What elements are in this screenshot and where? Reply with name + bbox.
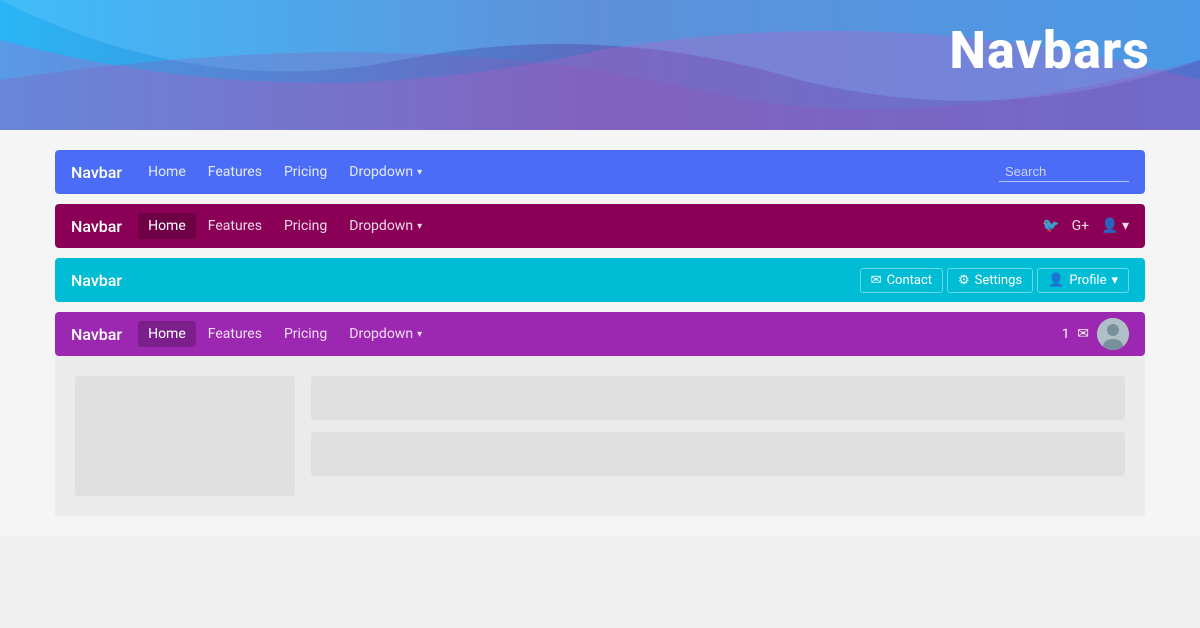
navbar-2-dropdown[interactable]: Dropdown ▾: [339, 213, 432, 239]
search-input[interactable]: [999, 162, 1129, 182]
navbar-4-dropdown[interactable]: Dropdown ▾: [339, 321, 432, 347]
page-title: Navbars: [949, 20, 1150, 81]
user-icon[interactable]: 👤 ▾: [1101, 218, 1129, 234]
navbar-4-nav: Home Features Pricing Dropdown ▾: [138, 321, 1062, 347]
navbar-2-nav: Home Features Pricing Dropdown ▾: [138, 213, 1042, 239]
navbar-1: Navbar Home Features Pricing Dropdown ▾: [55, 150, 1145, 194]
content-block-2: [311, 432, 1125, 476]
content-block-1: [311, 376, 1125, 420]
content-area: [55, 356, 1145, 516]
navbar-2-link-pricing[interactable]: Pricing: [274, 213, 337, 239]
envelope-icon: ✉: [871, 273, 882, 288]
navbar-2-brand: Navbar: [71, 217, 122, 236]
google-plus-icon[interactable]: G+: [1072, 218, 1089, 234]
navbar-1-nav: Home Features Pricing Dropdown ▾: [138, 159, 999, 185]
twitter-icon[interactable]: 🐦: [1042, 218, 1059, 234]
navbar-4-link-features[interactable]: Features: [198, 321, 272, 347]
navbar-4-section: Navbar Home Features Pricing Dropdown ▾ …: [55, 312, 1145, 516]
dropdown-caret-4: ▾: [417, 329, 422, 340]
navbar-2-right: 🐦 G+ 👤 ▾: [1042, 218, 1129, 234]
main-content: Navbar Home Features Pricing Dropdown ▾ …: [0, 130, 1200, 536]
navbar-1-brand: Navbar: [71, 163, 122, 182]
profile-caret: ▾: [1111, 273, 1118, 288]
navbar-1-right: [999, 162, 1129, 182]
settings-label: Settings: [975, 273, 1022, 288]
navbar-4-right: 1 ✉: [1062, 318, 1129, 350]
navbar-3: Navbar ✉ Contact ⚙ Settings 👤 Profile ▾: [55, 258, 1145, 302]
navbar-3-brand: Navbar: [71, 271, 122, 290]
profile-button[interactable]: 👤 Profile ▾: [1037, 268, 1129, 293]
content-left-block: [75, 376, 295, 496]
navbar-4-brand: Navbar: [71, 325, 122, 344]
navbar-1-link-pricing[interactable]: Pricing: [274, 159, 337, 185]
mail-badge: 1: [1062, 327, 1069, 342]
profile-icon: 👤: [1048, 273, 1064, 288]
content-right-blocks: [311, 376, 1125, 496]
navbar-4-link-pricing[interactable]: Pricing: [274, 321, 337, 347]
dropdown-caret-1: ▾: [417, 167, 422, 178]
navbar-2-link-home[interactable]: Home: [138, 213, 196, 239]
navbar-1-dropdown[interactable]: Dropdown ▾: [339, 159, 432, 185]
navbar-3-right: ✉ Contact ⚙ Settings 👤 Profile ▾: [860, 268, 1129, 293]
navbar-1-link-home[interactable]: Home: [138, 159, 196, 185]
settings-button[interactable]: ⚙ Settings: [947, 268, 1033, 293]
navbar-4: Navbar Home Features Pricing Dropdown ▾ …: [55, 312, 1145, 356]
navbar-1-link-features[interactable]: Features: [198, 159, 272, 185]
navbar-2-link-features[interactable]: Features: [198, 213, 272, 239]
gear-icon: ⚙: [958, 273, 970, 288]
mail-icon[interactable]: ✉: [1077, 326, 1089, 342]
profile-label: Profile: [1069, 273, 1106, 288]
user-avatar[interactable]: [1097, 318, 1129, 350]
contact-button[interactable]: ✉ Contact: [860, 268, 943, 293]
navbar-2: Navbar Home Features Pricing Dropdown ▾ …: [55, 204, 1145, 248]
contact-label: Contact: [887, 273, 932, 288]
hero-banner: Navbars: [0, 0, 1200, 130]
dropdown-caret-2: ▾: [417, 221, 422, 232]
navbar-4-link-home[interactable]: Home: [138, 321, 196, 347]
